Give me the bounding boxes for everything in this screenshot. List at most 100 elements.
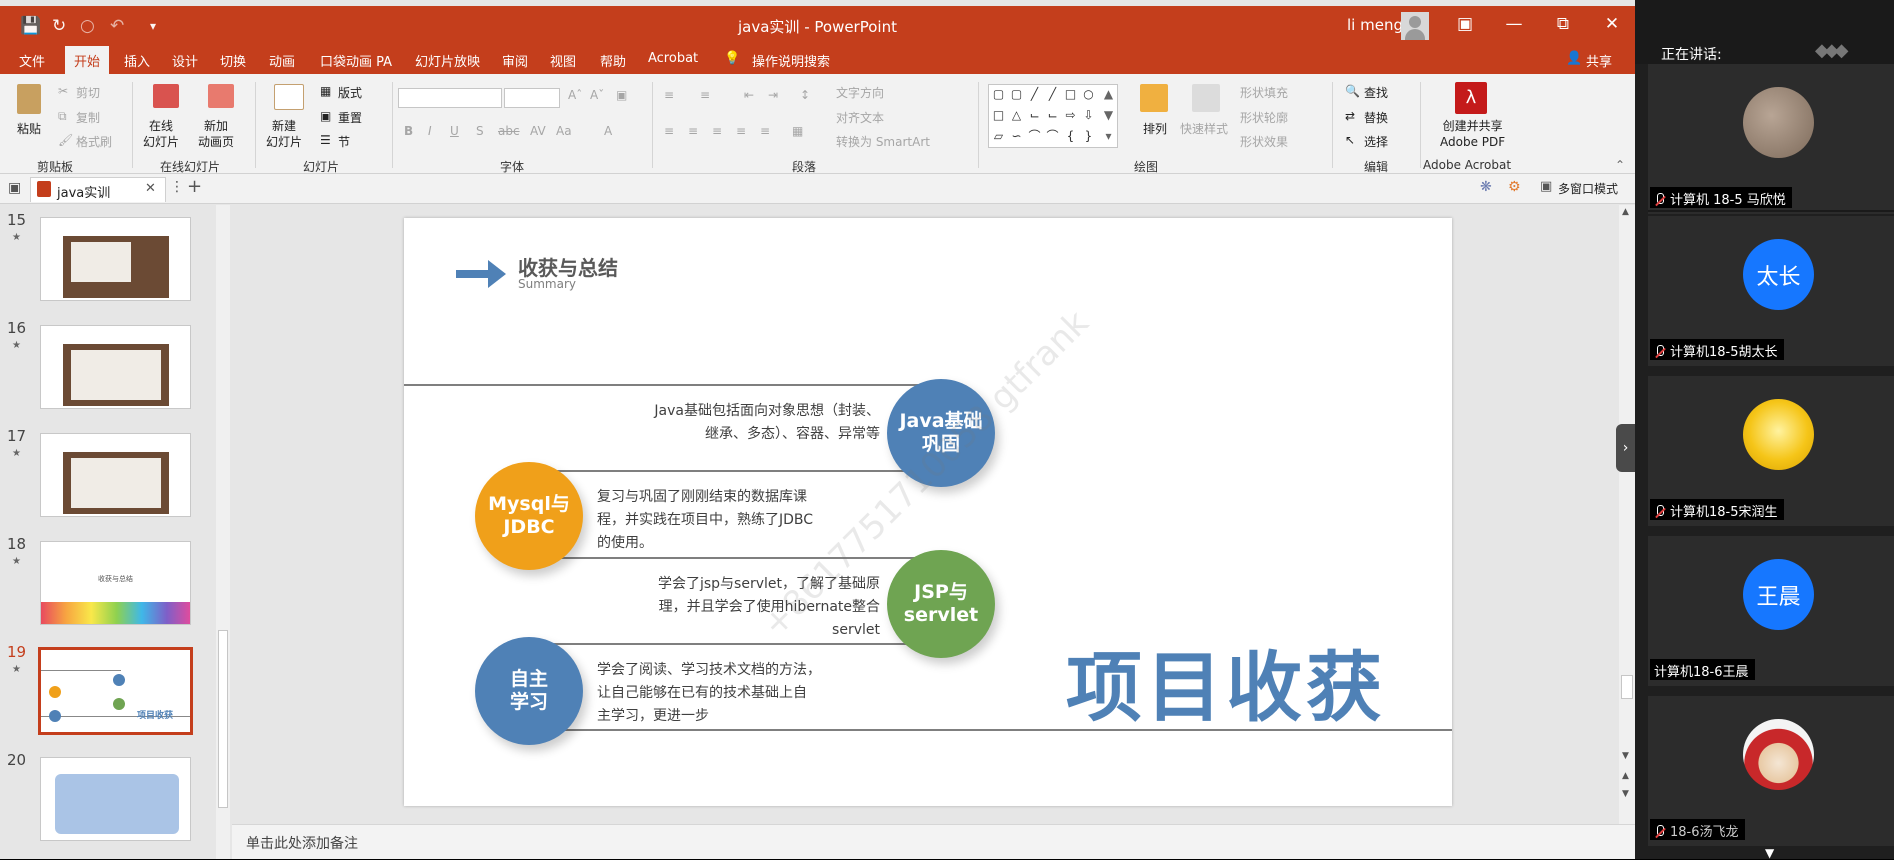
new-slide-button[interactable]: 新建 幻灯片 bbox=[266, 118, 302, 150]
participant-tile[interactable]: 18-6汤飞龙 bbox=[1648, 696, 1894, 846]
slide-19[interactable]: 收获与总结 Summary Java基础 巩固 Mysql与 JDBC JSP与… bbox=[404, 218, 1452, 806]
next-slide-icon[interactable]: ▼ bbox=[1622, 789, 1629, 799]
tab-acrobat[interactable]: Acrobat bbox=[648, 51, 698, 66]
italic-icon[interactable]: I bbox=[428, 124, 432, 138]
copy-button[interactable]: 复制 bbox=[76, 109, 100, 126]
mic-muted-icon bbox=[1654, 825, 1666, 838]
document-tab[interactable]: java实训 ✕ bbox=[30, 177, 166, 202]
tab-design[interactable]: 设计 bbox=[172, 51, 198, 70]
increase-indent-icon[interactable]: ⇥ bbox=[768, 88, 778, 102]
align-text-button[interactable]: 对齐文本 bbox=[836, 109, 884, 126]
strikethrough-icon[interactable]: abc bbox=[498, 124, 520, 138]
font-color-icon[interactable]: A bbox=[604, 124, 612, 138]
slide-thumbnail-17[interactable] bbox=[40, 433, 191, 517]
share-button[interactable]: 共享 bbox=[1586, 51, 1612, 70]
minimize-icon[interactable]: — bbox=[1499, 14, 1529, 34]
replace-button[interactable]: 替换 bbox=[1364, 109, 1388, 126]
underline-icon[interactable]: U bbox=[450, 124, 459, 138]
align-right-icon[interactable]: ≡ bbox=[712, 124, 722, 138]
ribbon-display-icon[interactable]: ▣ bbox=[1450, 14, 1480, 34]
slide-thumbnail-16[interactable] bbox=[40, 325, 191, 409]
participant-tile[interactable]: 太长 计算机18-5胡太长 bbox=[1648, 216, 1894, 366]
tab-pocket-animation[interactable]: 口袋动画 PA bbox=[320, 51, 392, 70]
scroll-down-icon[interactable]: ▼ bbox=[1765, 846, 1774, 860]
group-online-slides: 在线幻灯片 bbox=[160, 160, 221, 174]
slide-thumbnail-20[interactable] bbox=[40, 757, 191, 841]
shadow-icon[interactable]: S bbox=[476, 124, 484, 138]
paste-button[interactable]: 粘贴 bbox=[17, 120, 41, 137]
slide-thumbnail-pane[interactable]: 15 ★ 16 ★ 17 ★ 18 ★ 收获与总结 19 ★ 项目收获 20 bbox=[0, 205, 216, 859]
decrease-indent-icon[interactable]: ⇤ bbox=[744, 88, 754, 102]
participant-tile[interactable]: 计算机 18-5 马欣悦 bbox=[1648, 64, 1894, 214]
layout-button[interactable]: 版式 bbox=[338, 84, 362, 101]
distribute-icon[interactable]: ≡ bbox=[760, 124, 770, 138]
slide-thumbnail-18[interactable]: 收获与总结 bbox=[40, 541, 191, 625]
group-acrobat: Adobe Acrobat bbox=[1423, 158, 1512, 172]
tab-insert[interactable]: 插入 bbox=[124, 51, 150, 70]
new-tab-icon[interactable]: + bbox=[187, 176, 202, 197]
tab-slideshow[interactable]: 幻灯片放映 bbox=[415, 51, 480, 70]
align-center-icon[interactable]: ≡ bbox=[688, 124, 698, 138]
line-spacing-icon[interactable]: ↕ bbox=[800, 88, 810, 102]
char-spacing-icon[interactable]: AV bbox=[530, 124, 546, 138]
tab-list-icon[interactable]: ▣ bbox=[8, 180, 21, 196]
notes-pane[interactable]: 单击此处添加备注 bbox=[232, 824, 1635, 859]
tab-view[interactable]: 视图 bbox=[550, 51, 576, 70]
tab-review[interactable]: 审阅 bbox=[502, 51, 528, 70]
select-button[interactable]: 选择 bbox=[1364, 133, 1388, 150]
new-anim-page-button[interactable]: 新加 动画页 bbox=[198, 118, 234, 150]
columns-icon[interactable]: ▦ bbox=[792, 124, 803, 138]
justify-icon[interactable]: ≡ bbox=[736, 124, 746, 138]
quick-styles-button[interactable]: 快速样式 bbox=[1180, 120, 1228, 137]
thumbnail-scrollbar[interactable] bbox=[216, 205, 230, 859]
tab-home[interactable]: 开始 bbox=[65, 46, 110, 74]
slide-scrollbar[interactable]: ▲ ▼ ▲ ▼ bbox=[1619, 205, 1635, 824]
user-avatar[interactable] bbox=[1401, 12, 1429, 40]
section-button[interactable]: 节 bbox=[338, 133, 350, 150]
multiwindow-button[interactable]: 多窗口模式 bbox=[1558, 180, 1618, 197]
create-pdf-button[interactable]: 创建并共享 Adobe PDF bbox=[1440, 118, 1505, 150]
clear-format-icon[interactable]: ▣ bbox=[616, 88, 627, 102]
reset-button[interactable]: 重置 bbox=[338, 109, 362, 126]
change-case-icon[interactable]: Aa bbox=[556, 124, 572, 138]
settings-icon[interactable]: ⚙ bbox=[1508, 179, 1521, 195]
find-button[interactable]: 查找 bbox=[1364, 84, 1388, 101]
shape-outline-button[interactable]: 形状轮廓 bbox=[1240, 109, 1288, 126]
panel-expand-handle[interactable]: › bbox=[1616, 424, 1635, 472]
bullets-icon[interactable]: ≡ bbox=[664, 88, 674, 102]
online-slide-button[interactable]: 在线 幻灯片 bbox=[143, 118, 179, 150]
shape-effects-button[interactable]: 形状效果 bbox=[1240, 133, 1288, 150]
arrange-button[interactable]: 排列 bbox=[1143, 120, 1167, 137]
restore-icon[interactable]: ⧉ bbox=[1548, 14, 1578, 34]
participant-tile[interactable]: 计算机18-5宋润生 bbox=[1648, 376, 1894, 526]
close-tab-icon[interactable]: ✕ bbox=[145, 181, 156, 196]
close-icon[interactable]: ✕ bbox=[1597, 14, 1627, 34]
collapse-ribbon-icon[interactable]: ⌃ bbox=[1615, 158, 1625, 172]
slide-thumbnail-15[interactable] bbox=[40, 217, 191, 301]
participant-tile[interactable]: 王晨 计算机18-6王晨 bbox=[1648, 536, 1894, 686]
font-name-combo[interactable] bbox=[398, 88, 502, 108]
smartart-button[interactable]: 转换为 SmartArt bbox=[836, 133, 930, 150]
tab-animations[interactable]: 动画 bbox=[269, 51, 295, 70]
numbering-icon[interactable]: ≡ bbox=[700, 88, 710, 102]
cut-button[interactable]: 剪切 bbox=[76, 84, 100, 101]
font-size-combo[interactable] bbox=[504, 88, 560, 108]
tell-me-search[interactable]: 操作说明搜索 bbox=[752, 51, 830, 70]
slide-thumbnail-19[interactable]: 项目收获 bbox=[38, 647, 193, 735]
tab-menu-icon[interactable]: ⋮ bbox=[170, 179, 184, 195]
text-direction-button[interactable]: 文字方向 bbox=[836, 84, 884, 101]
ribbon-home: 粘贴 ✂ 剪切 ⧉ 复制 🖌 格式刷 剪贴板 在线 幻灯片 新加 动画页 在线幻… bbox=[0, 74, 1635, 174]
grow-font-icon[interactable]: Aˆ bbox=[568, 88, 582, 102]
format-painter-button[interactable]: 格式刷 bbox=[76, 133, 112, 150]
previous-slide-icon[interactable]: ▲ bbox=[1622, 771, 1629, 781]
bold-icon[interactable]: B bbox=[404, 124, 413, 138]
tab-file[interactable]: 文件 bbox=[19, 51, 45, 70]
tab-help[interactable]: 帮助 bbox=[600, 51, 626, 70]
tab-transitions[interactable]: 切换 bbox=[220, 51, 246, 70]
shrink-font-icon[interactable]: Aˇ bbox=[590, 88, 604, 102]
shapes-gallery[interactable]: ▢ ▢ ╱ ╱ □ ○ □ △ ⌙ ⌙ ⇨ ⇩ ▱ ∽ ⌒ ⌒ { } ▲ ▼ … bbox=[988, 84, 1118, 148]
pin-icon[interactable]: ❋ bbox=[1480, 179, 1492, 195]
user-name[interactable]: li meng bbox=[1347, 16, 1403, 34]
shape-fill-button[interactable]: 形状填充 bbox=[1240, 84, 1288, 101]
align-left-icon[interactable]: ≡ bbox=[664, 124, 674, 138]
